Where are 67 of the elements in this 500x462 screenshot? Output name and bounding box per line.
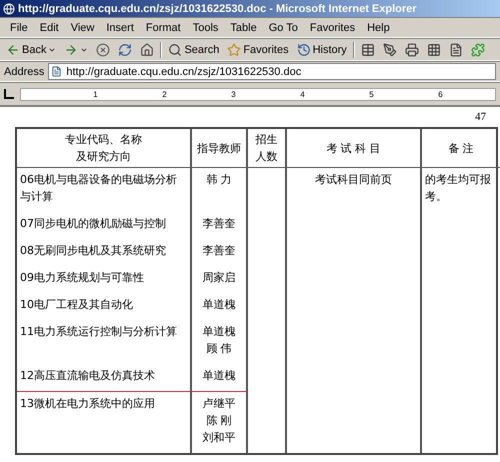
- ruler-number: 6: [438, 90, 443, 98]
- refresh-icon: [118, 42, 132, 56]
- browser-icon: [3, 2, 15, 14]
- favorites-button[interactable]: Favorites: [225, 40, 291, 59]
- menu-item[interactable]: Insert: [100, 22, 140, 34]
- table-icon: [360, 42, 375, 56]
- page-icon: [51, 66, 62, 77]
- major-name: 11电力系统运行控制与分析计算: [20, 324, 178, 340]
- stop-icon: [96, 42, 110, 56]
- menu-item[interactable]: File: [4, 22, 34, 34]
- menu-item[interactable]: Tools: [186, 22, 224, 34]
- tab-stop-icon[interactable]: [4, 89, 14, 99]
- header-text: 专业代码、名称: [65, 132, 142, 148]
- major-name: 08无刷同步电机及其系统研究: [20, 243, 167, 259]
- teacher-name: 周家启: [202, 270, 236, 286]
- major-name: 06电机与电器设备的电磁场分析与计算: [20, 172, 178, 205]
- ruler-number: 5: [369, 90, 374, 98]
- menu-item[interactable]: View: [64, 22, 100, 34]
- ruler-number: 2: [162, 90, 167, 98]
- note-text: 的考生均可报考。: [425, 172, 492, 205]
- ruler-number: 1: [93, 90, 98, 98]
- major-name: 10电厂工程及其自动化: [20, 297, 134, 313]
- star-icon: [227, 42, 242, 56]
- major-name: 09电力系统规划与可靠性: [20, 270, 145, 286]
- header-text: 及研究方向: [76, 149, 131, 165]
- teacher-name: 顾 伟: [206, 341, 232, 357]
- page-icon: [448, 42, 463, 56]
- teacher-name: 单道槐: [202, 368, 236, 384]
- teacher-name: 李善奎: [202, 243, 236, 259]
- header-text: 人数: [256, 149, 278, 165]
- teacher-name: 单道槐: [202, 324, 236, 340]
- search-button[interactable]: Search: [166, 40, 222, 59]
- header-text: 备 注: [448, 140, 474, 156]
- printer-icon: [404, 42, 419, 56]
- teacher-name: 单道槐: [202, 297, 236, 313]
- major-name: 13微机在电力系统中的应用: [20, 396, 156, 412]
- teacher-name: 韩 力: [206, 172, 232, 188]
- home-icon: [140, 42, 154, 56]
- page-number: 47: [475, 111, 486, 123]
- back-button[interactable]: Back: [4, 40, 58, 59]
- puzzle-icon: [470, 42, 485, 56]
- major-name: 12高压直流输电及仿真技术: [20, 368, 156, 384]
- menu-item[interactable]: Help: [361, 22, 396, 34]
- menu-item[interactable]: Edit: [34, 22, 65, 34]
- header-text: 指导教师: [197, 140, 241, 156]
- history-button[interactable]: History: [294, 40, 349, 59]
- major-name: 07同步电机的微机励磁与控制: [20, 216, 167, 232]
- menu-item[interactable]: Format: [140, 22, 187, 34]
- teacher-name: 李善奎: [202, 216, 236, 232]
- grid-icon: [426, 42, 441, 56]
- history-icon: [296, 42, 311, 56]
- address-field[interactable]: http://graduate.cqu.edu.cn/zsjz/1031622530.doc: [48, 63, 496, 80]
- menu-item[interactable]: Favorites: [304, 22, 362, 34]
- teacher-name: 刘和平: [202, 430, 236, 446]
- address-label: Address: [4, 66, 44, 78]
- exam-subjects: 考试科目同前页: [315, 172, 392, 188]
- window-title: http://graduate.cqu.edu.cn/zsjz/1031622530.doc - Microsoft Internet Explorer: [18, 2, 417, 14]
- search-icon: [168, 42, 182, 56]
- pen-icon: [382, 42, 397, 56]
- teacher-name: 陈 刚: [206, 413, 232, 429]
- header-text: 招生: [256, 132, 278, 148]
- menu-item[interactable]: Table: [224, 22, 263, 34]
- ruler-number: 3: [231, 90, 236, 98]
- header-text: 考 试 科 目: [326, 140, 381, 156]
- teacher-name: 卢继平: [202, 396, 236, 412]
- ruler-number: 4: [300, 90, 305, 98]
- menu-item[interactable]: Go To: [262, 22, 304, 34]
